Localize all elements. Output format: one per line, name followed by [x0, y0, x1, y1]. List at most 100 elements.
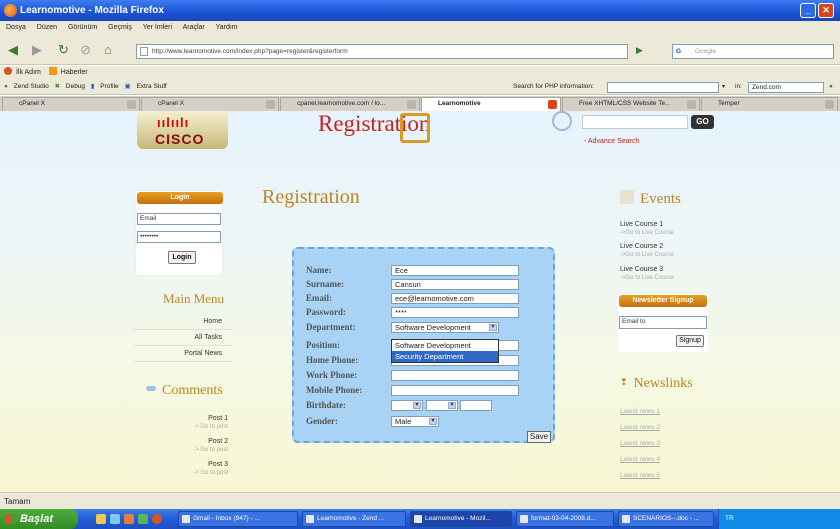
menu-bookmarks[interactable]: Yer İmleri	[143, 24, 172, 31]
search-input[interactable]: G Google	[672, 44, 834, 59]
login-password-input[interactable]: ••••••••	[137, 231, 221, 243]
news-link[interactable]: Latest news 5	[620, 472, 660, 479]
chevron-down-icon[interactable]: ▼	[448, 402, 456, 409]
post-link[interactable]: -> Go to post	[134, 469, 228, 478]
signup-button[interactable]: Signup	[676, 335, 704, 347]
tab-cpanel-2[interactable]: cPanel X	[141, 97, 279, 111]
quicklaunch-icon[interactable]	[110, 514, 120, 524]
birth-month-select[interactable]: ▼	[426, 400, 458, 411]
email-input[interactable]: ece@learnomotive.com	[391, 293, 519, 304]
menu-file[interactable]: Dosya	[6, 24, 26, 31]
stop-icon[interactable]: ⊘	[80, 42, 91, 58]
post-item[interactable]: Post 1 -> Go to post	[134, 414, 232, 432]
login-email-input[interactable]: Email	[137, 213, 221, 225]
menu-edit[interactable]: Düzen	[37, 24, 57, 31]
news-link[interactable]: Latest news 2	[620, 424, 660, 431]
zend-go-icon[interactable]: ●	[829, 79, 833, 95]
tab-free-xhtml[interactable]: Free XHTML/CSS Website Te...	[562, 97, 700, 111]
work-phone-input[interactable]	[391, 370, 519, 381]
reload-icon[interactable]: ↻	[58, 42, 69, 58]
surname-input[interactable]: Cansun	[391, 279, 519, 290]
name-input[interactable]: Ece	[391, 265, 519, 276]
zend-debug[interactable]: Debug	[66, 83, 85, 90]
birth-day-select[interactable]: ▼	[391, 400, 423, 411]
advance-search-link[interactable]: - Advance Search	[584, 138, 639, 145]
taskbar-item[interactable]: Learnomotive - Zend ...	[302, 511, 406, 527]
close-tab-icon[interactable]	[407, 100, 416, 109]
close-tab-icon[interactable]	[548, 100, 557, 109]
zend-profile[interactable]: Profile	[100, 83, 118, 90]
close-button[interactable]: ✕	[818, 3, 834, 18]
event-link[interactable]: ->Go to Live Course	[620, 274, 674, 283]
taskbar-item[interactable]: SCENARIOS--.doc - ...	[618, 511, 714, 527]
menu-item-all-tasks[interactable]: All Tasks	[134, 330, 232, 346]
zend-site-select[interactable]: Zend.com	[748, 82, 824, 93]
menu-history[interactable]: Geçmiş	[108, 24, 132, 31]
zend-extra[interactable]: Extra Stuff	[136, 83, 166, 90]
bookmark-news[interactable]: Haberler	[61, 69, 88, 76]
taskbar-item[interactable]: format-03-04-2008.d...	[516, 511, 614, 527]
quicklaunch-icon[interactable]	[96, 514, 106, 524]
close-tab-icon[interactable]	[127, 100, 136, 109]
department-option-highlighted[interactable]: Security Department	[392, 351, 498, 362]
quicklaunch-icon[interactable]	[124, 514, 134, 524]
back-icon[interactable]: ◀	[8, 42, 18, 58]
newsletter-email-input[interactable]: Email to	[619, 316, 707, 329]
php-search-input[interactable]	[607, 82, 719, 93]
event-link[interactable]: ->Go to Live Course	[620, 229, 674, 238]
event-title: Live Course 3	[620, 266, 664, 273]
event-link[interactable]: ->Go to Live Course	[620, 251, 674, 260]
event-item[interactable]: Live Course 2 ->Go to Live Course	[620, 242, 674, 260]
menu-item-home[interactable]: Home	[134, 314, 232, 330]
post-item[interactable]: Post 2 -> Go to post	[134, 437, 232, 455]
zend-studio[interactable]: Zend Studio	[14, 83, 49, 90]
save-button[interactable]: Save	[527, 431, 551, 443]
post-link[interactable]: -> Go to post	[134, 446, 228, 455]
department-label: Department:	[306, 322, 356, 332]
home-icon[interactable]: ⌂	[104, 42, 112, 57]
url-bar[interactable]: http://www.learnomotive.com/index.php?pa…	[136, 44, 628, 59]
close-tab-icon[interactable]	[687, 100, 696, 109]
department-option[interactable]: Software Development	[392, 340, 498, 351]
bookmark-first-steps[interactable]: İlk Adım	[16, 69, 41, 76]
login-button[interactable]: Login	[168, 251, 196, 264]
close-tab-icon[interactable]	[266, 100, 275, 109]
menu-item-portal-news[interactable]: Portal News	[134, 346, 232, 362]
quicklaunch-icon[interactable]	[152, 514, 162, 524]
quicklaunch-icon[interactable]	[138, 514, 148, 524]
department-select[interactable]: Software Development ▼	[391, 322, 499, 333]
language-indicator[interactable]: TR	[725, 515, 734, 522]
menu-view[interactable]: Görünüm	[68, 24, 97, 31]
gender-select[interactable]: Male ▼	[391, 416, 439, 427]
tab-cpanel-1[interactable]: cPanel X	[2, 97, 140, 111]
news-link[interactable]: Latest news 4	[620, 456, 660, 463]
google-icon: G	[676, 48, 682, 55]
taskbar-item[interactable]: Learnomotive - Mozil...	[410, 511, 512, 527]
tab-cpanel-3[interactable]: cpanel.learnomotive.com / lo...	[280, 97, 420, 111]
site-search-input[interactable]	[582, 115, 688, 129]
birth-year-input[interactable]	[460, 400, 492, 411]
chevron-down-icon[interactable]: ▼	[489, 324, 497, 331]
go-arrow-icon[interactable]: ▶	[636, 45, 643, 56]
chevron-down-icon[interactable]: ▼	[413, 402, 421, 409]
taskbar-item[interactable]: Gmail - Inbox (947) - ...	[178, 511, 298, 527]
menu-tools[interactable]: Araçlar	[183, 24, 205, 31]
news-link[interactable]: Latest news 3	[620, 440, 660, 447]
event-item[interactable]: Live Course 1 ->Go to Live Course	[620, 220, 674, 238]
event-item[interactable]: Live Course 3 ->Go to Live Course	[620, 265, 674, 283]
news-link[interactable]: Latest news 1	[620, 408, 660, 415]
mobile-phone-input[interactable]	[391, 385, 519, 396]
post-item[interactable]: Post 3 -> Go to post	[134, 460, 232, 478]
chevron-down-icon[interactable]: ▼	[429, 418, 437, 425]
tab-learnomotive[interactable]: Learnomotive	[421, 97, 561, 111]
forward-icon[interactable]: ▶	[32, 42, 42, 58]
tab-temper[interactable]: Temper	[701, 97, 838, 111]
password-input[interactable]: ****	[391, 307, 519, 318]
menu-help[interactable]: Yardım	[216, 24, 238, 31]
zend-search-dropdown-icon[interactable]: ▾	[722, 79, 725, 95]
go-button[interactable]: GO	[691, 115, 714, 129]
close-tab-icon[interactable]	[825, 100, 834, 109]
minimize-button[interactable]: _	[800, 3, 816, 18]
post-link[interactable]: -> Go to post	[134, 423, 228, 432]
start-button[interactable]: Başlat	[0, 509, 78, 529]
